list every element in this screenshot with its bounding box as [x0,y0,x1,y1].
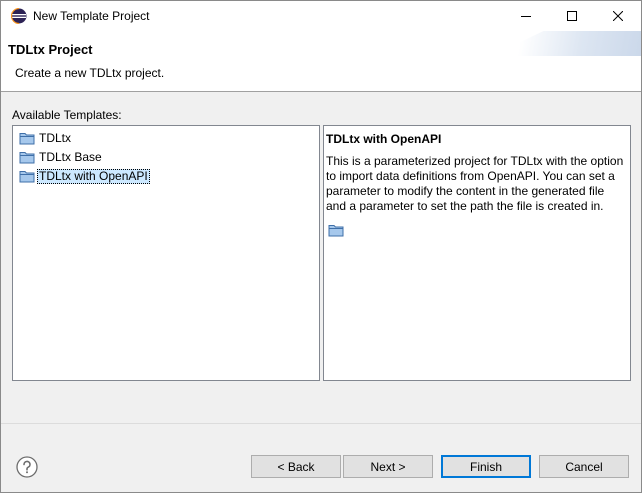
folder-icon [328,225,344,237]
page-title: TDLtx Project [8,42,93,57]
eclipse-app-icon [11,8,27,24]
window-title: New Template Project [33,9,150,23]
available-templates-label: Available Templates: [12,108,122,122]
new-template-project-dialog: New Template Project TDLtx Project Creat… [0,0,642,493]
maximize-icon [567,11,577,21]
template-description-text: This is a parameterized project for TDLt… [326,154,624,213]
next-button[interactable]: Next > [343,455,433,478]
template-item-tdltx-with-openapi[interactable]: TDLtx with OpenAPI [19,168,150,184]
template-item-label: TDLtx [39,130,72,145]
title-bar: New Template Project [1,1,641,31]
banner-graphic [491,31,641,56]
template-item-tdltx[interactable]: TDLtx [19,130,73,146]
maximize-button[interactable] [549,1,595,31]
templates-tree[interactable]: TDLtx TDLtx Base TDLtx with OpenAPI [12,125,320,381]
template-description-title: TDLtx with OpenAPI [326,132,442,146]
template-description-panel: TDLtx with OpenAPI This is a parameteriz… [323,125,631,381]
close-icon [613,11,623,21]
folder-icon [19,171,35,183]
page-description: Create a new TDLtx project. [15,66,165,80]
template-item-label: TDLtx with OpenAPI [37,168,150,184]
folder-icon [19,133,35,145]
footer-separator [1,423,641,424]
minimize-button[interactable] [503,1,549,31]
template-item-tdltx-base[interactable]: TDLtx Base [19,149,104,165]
folder-icon [19,152,35,164]
help-icon[interactable] [16,456,38,478]
wizard-header: TDLtx Project Create a new TDLtx project… [1,31,641,92]
back-button[interactable]: < Back [251,455,341,478]
cancel-button[interactable]: Cancel [539,455,629,478]
close-button[interactable] [595,1,641,31]
finish-button[interactable]: Finish [441,455,531,478]
minimize-icon [521,16,531,17]
template-item-label: TDLtx Base [39,149,102,164]
